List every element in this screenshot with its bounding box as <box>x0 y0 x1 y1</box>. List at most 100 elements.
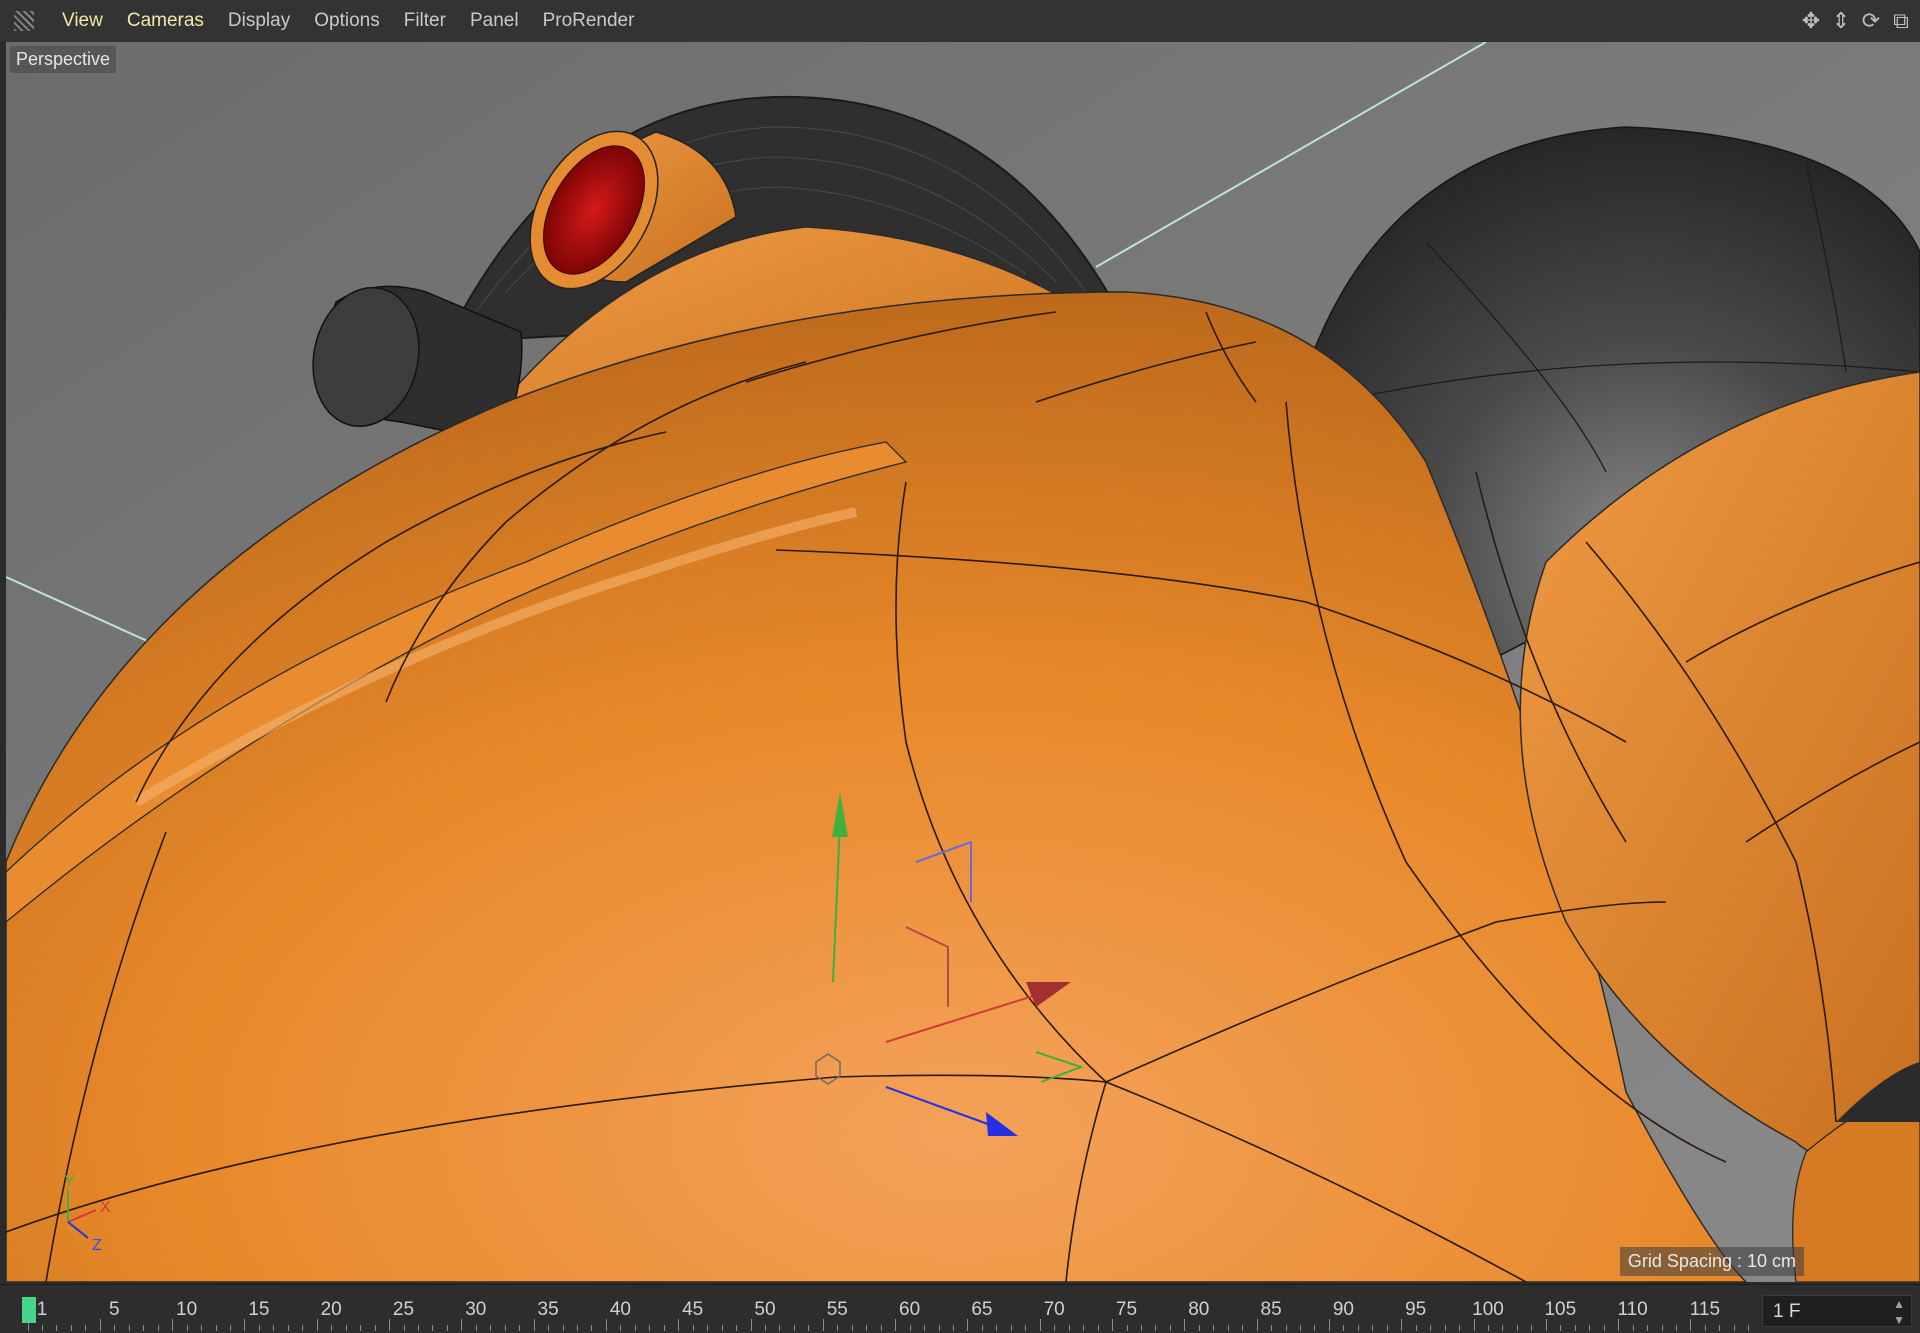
timeline-tick-label: 15 <box>248 1299 270 1320</box>
timeline-tick-mark <box>42 1325 43 1331</box>
toggle-layout-icon[interactable]: ⧉ <box>1888 8 1914 34</box>
timeline-tick-mark <box>822 1319 824 1331</box>
perspective-viewport[interactable]: Y X Z Perspective Grid Spacing : 10 cm <box>6 42 1920 1282</box>
timeline-tick-mark <box>938 1325 940 1331</box>
timeline-tick-mark <box>389 1319 391 1331</box>
timeline-tick-mark <box>1357 1325 1359 1331</box>
timeline-tick-mark <box>880 1325 882 1331</box>
timeline-tick-mark <box>1112 1319 1114 1331</box>
axis-label-y: Y <box>64 1173 75 1190</box>
playhead-marker[interactable] <box>22 1297 36 1323</box>
timeline-tick-mark <box>1213 1325 1215 1331</box>
menu-prorender[interactable]: ProRender <box>531 0 647 42</box>
timeline-tick-mark <box>417 1325 419 1331</box>
timeline-tick-mark <box>1618 1319 1620 1331</box>
timeline-tick-label: 1 <box>36 1299 48 1320</box>
timeline-tick-mark <box>345 1325 347 1331</box>
timeline-tick-mark <box>1372 1325 1374 1331</box>
timeline-tick-mark <box>128 1325 130 1331</box>
timeline-tick-mark <box>403 1325 405 1331</box>
timeline-tick-mark <box>1574 1325 1576 1331</box>
timeline-tick-mark <box>1415 1325 1417 1331</box>
timeline-tick-mark <box>591 1325 593 1331</box>
timeline-tick-mark <box>1444 1325 1446 1331</box>
menu-options[interactable]: Options <box>302 0 391 42</box>
timeline-ruler[interactable]: 1 5 10 15 20 25 30 35 40 45 50 55 60 65 70 75 80 85 90 95 10… <box>0 1284 1920 1333</box>
timeline-tick-label: 35 <box>537 1299 559 1320</box>
panel-grip-icon[interactable] <box>14 11 34 31</box>
timeline-tick-mark <box>273 1325 275 1331</box>
menu-panel[interactable]: Panel <box>458 0 531 42</box>
timeline-tick-mark <box>258 1325 260 1331</box>
timeline-tick-label: 95 <box>1405 1299 1427 1320</box>
timeline-tick-mark <box>1502 1325 1504 1331</box>
timeline-tick-mark <box>1560 1325 1562 1331</box>
timeline-tick-mark <box>1010 1325 1012 1331</box>
timeline-tick-mark <box>909 1325 911 1331</box>
timeline-tick-label: 45 <box>682 1299 704 1320</box>
timeline-tick-mark <box>1459 1325 1461 1331</box>
timeline-tick-mark <box>678 1319 680 1331</box>
move-view-icon[interactable]: ✥ <box>1798 8 1824 34</box>
timeline-tick-label: 65 <box>971 1299 993 1320</box>
timeline-tick-label: 60 <box>899 1299 921 1320</box>
timeline-tick-label: 80 <box>1188 1299 1210 1320</box>
timeline-tick-mark <box>56 1325 58 1331</box>
timeline-tick-mark <box>1516 1325 1518 1331</box>
timeline-tick-mark <box>1632 1325 1634 1331</box>
view-navigation-icons: ✥ ⇕ ⟳ ⧉ <box>1798 8 1914 34</box>
menu-filter[interactable]: Filter <box>392 0 458 42</box>
timeline-tick-mark <box>519 1325 521 1331</box>
menu-display[interactable]: Display <box>216 0 302 42</box>
frame-stepper-icon[interactable]: ▲ ▼ <box>1893 1296 1905 1328</box>
timeline-tick-mark <box>1314 1325 1316 1331</box>
timeline-tick-label: 40 <box>609 1299 631 1320</box>
timeline-tick-label: 25 <box>392 1299 415 1320</box>
timeline-tick-mark <box>952 1325 954 1331</box>
menu-cameras[interactable]: Cameras <box>115 0 216 42</box>
timeline-tick-mark <box>1169 1325 1171 1331</box>
timeline-tick-mark <box>461 1319 463 1331</box>
timeline-tick-mark <box>1589 1325 1591 1331</box>
timeline-tick-mark <box>1242 1325 1244 1331</box>
timeline-tick-mark <box>1039 1319 1041 1331</box>
timeline-tick-mark <box>1386 1325 1388 1331</box>
timeline-tick-mark <box>837 1325 839 1331</box>
timeline-tick-mark <box>157 1325 159 1331</box>
timeline-tick-mark <box>1531 1325 1533 1331</box>
timeline-tick-mark <box>1748 1325 1750 1331</box>
timeline-tick-mark <box>924 1325 926 1331</box>
timeline-tick-mark <box>548 1325 550 1331</box>
timeline-tick-mark <box>1328 1319 1330 1331</box>
timeline-tick-mark <box>172 1319 174 1331</box>
timeline-tick-mark <box>432 1325 434 1331</box>
timeline-tick-mark <box>1690 1319 1692 1331</box>
timeline-tick-label: 5 <box>109 1299 120 1320</box>
timeline-tick-mark <box>533 1319 535 1331</box>
menu-view[interactable]: View <box>50 0 115 42</box>
timeline-tick-mark <box>1285 1325 1287 1331</box>
dolly-view-icon[interactable]: ⇕ <box>1828 8 1854 34</box>
timeline-tick-mark <box>1401 1319 1403 1331</box>
timeline-tick-label: 30 <box>465 1299 487 1320</box>
timeline-tick-label: 85 <box>1260 1299 1282 1320</box>
timeline-tick-mark <box>750 1319 752 1331</box>
timeline-tick-mark <box>1545 1319 1547 1331</box>
timeline-tick-mark <box>201 1325 203 1331</box>
timeline-tick-mark <box>1675 1325 1677 1331</box>
timeline-tick-mark <box>229 1325 231 1331</box>
timeline-tick-mark <box>504 1325 506 1331</box>
rotate-view-icon[interactable]: ⟳ <box>1858 8 1884 34</box>
timeline-ticks: 1 5 10 15 20 25 30 35 40 45 50 55 60 65 70 75 80 85 90 95 10… <box>0 1293 1793 1333</box>
timeline-tick-mark <box>1430 1325 1432 1331</box>
timeline-tick-mark <box>215 1325 217 1331</box>
timeline-tick-label: 20 <box>320 1299 342 1320</box>
current-frame-field[interactable]: 1 F ▲ ▼ <box>1762 1295 1912 1327</box>
timeline-tick-mark <box>1647 1325 1649 1331</box>
timeline-tick-mark <box>70 1325 72 1331</box>
timeline-tick-mark <box>1097 1325 1099 1331</box>
camera-label[interactable]: Perspective <box>10 46 117 73</box>
timeline-tick-mark <box>721 1325 723 1331</box>
timeline-tick-mark <box>649 1325 651 1331</box>
timeline-tick-mark <box>692 1325 694 1331</box>
